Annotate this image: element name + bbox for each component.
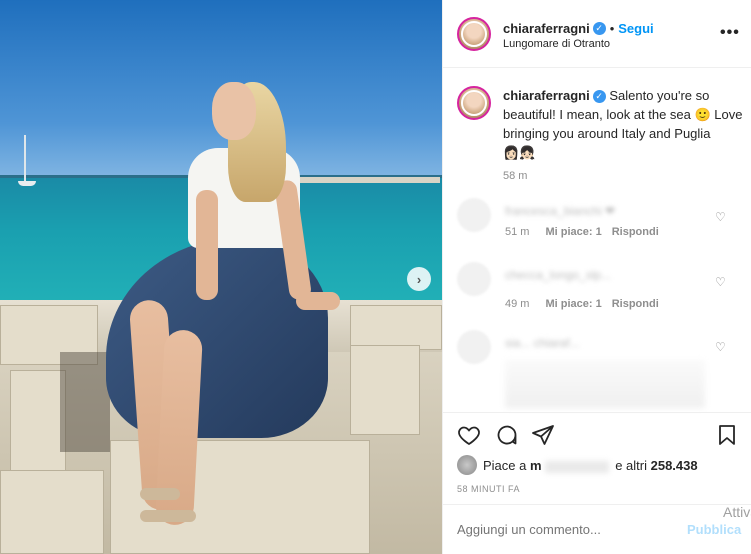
comment-avatar[interactable] (457, 262, 491, 296)
location-link[interactable]: Lungomare di Otranto (503, 38, 610, 50)
liker-avatar[interactable] (457, 455, 477, 475)
heart-icon[interactable] (457, 423, 481, 447)
sandal (140, 488, 180, 500)
wall-shadow (60, 352, 110, 452)
post-header: chiaraferragni ✓ • Segui Lungomare di Otran… (443, 0, 751, 68)
chevron-glyph: › (416, 271, 422, 287)
header-title-row: chiaraferragni ✓ • Segui (503, 20, 654, 38)
caption-time[interactable]: 58 m (503, 170, 527, 182)
post-time[interactable]: 58 MINUTI FA (457, 484, 520, 494)
likes-row: Piace a m e altri 258.438 (457, 455, 747, 477)
bookmark-icon[interactable] (715, 423, 739, 447)
likes-text: Piace a m e altri 258.438 (483, 458, 698, 473)
comment-likes[interactable]: Mi piace: 1 (545, 298, 601, 310)
sailboat-mast (24, 135, 26, 183)
comment-text: checca_longo_slp... (505, 268, 612, 282)
publish-button[interactable]: Pubblica (687, 522, 741, 537)
chevron-right-icon[interactable]: › (407, 267, 431, 291)
sandal (140, 510, 196, 522)
verified-badge-icon: ✓ (592, 90, 606, 104)
reply-button[interactable]: Rispondi (612, 298, 659, 310)
verified-badge-icon: ✓ (592, 22, 606, 36)
more-options-icon[interactable]: ••• (720, 24, 740, 42)
stone-block (350, 345, 420, 435)
follow-button[interactable]: Segui (618, 21, 653, 36)
blurred-comment-lines (505, 360, 705, 408)
post-photo[interactable]: › (0, 0, 442, 554)
add-comment-bar: Pubblica (443, 504, 751, 554)
comment-avatar[interactable] (457, 330, 491, 364)
blurred-name (544, 460, 609, 473)
stone-block (0, 470, 104, 554)
likes-prefix: Piace a (483, 458, 527, 473)
heart-icon[interactable]: ♡ (715, 275, 726, 289)
reply-button[interactable]: Rispondi (612, 226, 659, 238)
caption-username[interactable]: chiaraferragni (503, 88, 590, 103)
likes-suffix: e altri (615, 458, 647, 473)
windows-activate-watermark: Attiva (723, 504, 751, 520)
comment-time[interactable]: 49 m (505, 298, 529, 310)
comment-meta: 49 m Mi piace: 1 Rispondi (505, 298, 659, 310)
post-side-panel: chiaraferragni ✓ • Segui Lungomare di Otran… (442, 0, 751, 554)
heart-icon[interactable]: ♡ (715, 340, 726, 354)
stone-block (350, 305, 442, 350)
pier (300, 177, 440, 183)
send-icon[interactable] (531, 423, 555, 447)
comment-avatar[interactable] (457, 198, 491, 232)
caption-avatar[interactable] (457, 86, 491, 120)
caption-text-block: chiaraferragni ✓ Salento you're so beauti… (503, 86, 743, 162)
liker-name[interactable]: m (530, 458, 542, 473)
separator: • (609, 21, 615, 36)
header-username[interactable]: chiaraferragni (503, 21, 590, 36)
comment-likes[interactable]: Mi piace: 1 (545, 226, 601, 238)
heart-icon[interactable]: ♡ (715, 210, 726, 224)
action-bar (443, 412, 751, 452)
stone-block (10, 370, 66, 480)
face (212, 82, 256, 140)
comment-time[interactable]: 51 m (505, 226, 529, 238)
comment-meta: 51 m Mi piace: 1 Rispondi (505, 226, 659, 238)
sailboat-hull (18, 181, 36, 186)
comment-input[interactable] (457, 522, 677, 537)
arm (196, 190, 218, 300)
hand (296, 292, 340, 310)
profile-avatar[interactable] (457, 17, 491, 51)
comment-text: francesca_bianchi ❤ (505, 204, 616, 218)
comment-icon[interactable] (495, 423, 519, 447)
instagram-post: › chiaraferragni ✓ • Segui Lungomare di Otr… (0, 0, 751, 554)
comment-text: sia... chiaraf... (505, 336, 580, 350)
likes-count[interactable]: 258.438 (651, 458, 698, 473)
